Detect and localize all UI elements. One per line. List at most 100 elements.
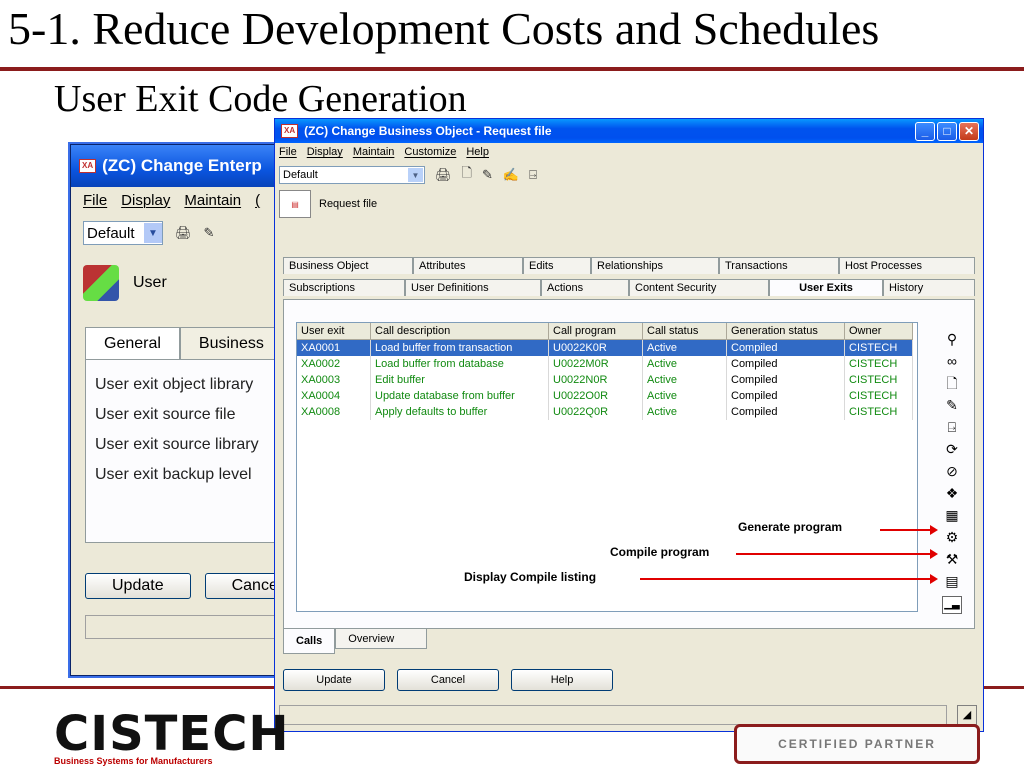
table-row[interactable]: XA0001 Load buffer from transaction U002… — [297, 340, 917, 356]
components-icon[interactable]: ❖ — [946, 482, 959, 504]
new-document-icon[interactable]: 🗋 — [946, 372, 957, 394]
exit-door-icon[interactable]: ⍈ — [948, 416, 956, 438]
menu-help[interactable]: Help — [466, 146, 489, 158]
user-exits-grid[interactable]: User exit Call description Call program … — [296, 322, 918, 612]
table-row[interactable]: XA0008 Apply defaults to buffer U0022Q0R… — [297, 404, 917, 420]
tab-row-1: Business Object Attributes Edits Relatio… — [283, 257, 975, 274]
cell: Update database from buffer — [371, 388, 549, 404]
refresh-icon[interactable]: ⟳ — [946, 438, 958, 460]
generate-program-icon[interactable]: ⚙ — [946, 526, 959, 548]
chevron-down-icon[interactable]: ▼ — [144, 223, 162, 243]
tab-relationships[interactable]: Relationships — [591, 257, 719, 274]
table-row[interactable]: XA0003 Edit buffer U0022N0R Active Compi… — [297, 372, 917, 388]
logo-tagline: Business Systems for Manufacturers — [54, 756, 213, 766]
bg-menu-file[interactable]: File — [83, 192, 107, 209]
bg-menu-maintain[interactable]: Maintain — [184, 192, 241, 209]
cell: XA0003 — [297, 372, 371, 388]
column-header[interactable]: Owner — [845, 323, 913, 340]
tab-subscriptions[interactable]: Subscriptions — [283, 279, 405, 296]
printer-icon[interactable]: 🖨 — [435, 167, 452, 183]
annotation-arrow — [736, 549, 938, 559]
cell: U0022Q0R — [549, 404, 643, 420]
cell: Compiled — [727, 404, 845, 420]
bg-entity-header: User — [71, 253, 291, 313]
tab-attributes[interactable]: Attributes — [413, 257, 523, 274]
close-button[interactable]: ✕ — [959, 121, 979, 141]
tab-overview[interactable]: Overview — [335, 629, 428, 649]
new-document-icon[interactable]: 🗋 — [462, 164, 472, 186]
background-window-titlebar[interactable]: XA (ZC) Change Enterp — [71, 145, 291, 187]
cell: Active — [643, 372, 727, 388]
bg-menu-more[interactable]: ( — [255, 192, 260, 209]
cell: XA0008 — [297, 404, 371, 420]
tab-content-security[interactable]: Content Security — [629, 279, 769, 296]
tab-transactions[interactable]: Transactions — [719, 257, 839, 274]
structure-icon[interactable]: ▦ — [945, 504, 958, 526]
column-header[interactable]: Call description — [371, 323, 549, 340]
binoculars-icon[interactable]: ⚲ — [947, 328, 957, 350]
menu-customize[interactable]: Customize — [404, 146, 456, 158]
delete-icon[interactable]: ⊘ — [946, 460, 958, 482]
main-window[interactable]: XA (ZC) Change Business Object - Request… — [274, 118, 984, 732]
resize-icon[interactable]: ◢ — [957, 705, 977, 725]
edit-lines-icon[interactable]: ✍ — [503, 167, 519, 183]
bg-buttons: Update Cance — [85, 573, 305, 599]
bg-tab-general[interactable]: General — [85, 327, 180, 359]
user-group-icon — [83, 265, 119, 301]
object-label: Request file — [319, 198, 378, 210]
minimize-button[interactable]: _ — [915, 121, 935, 141]
exit-door-icon[interactable]: ⍈ — [529, 167, 537, 183]
bg-field-label: User exit object library — [95, 376, 254, 393]
maximize-button[interactable]: □ — [937, 121, 957, 141]
bg-view-combo[interactable]: Default ▼ — [83, 221, 163, 245]
bg-tab-business[interactable]: Business — [179, 327, 283, 359]
grid-header: User exit Call description Call program … — [297, 323, 917, 340]
pencil-icon[interactable]: ✎ — [946, 394, 958, 416]
menu-display[interactable]: Display — [307, 146, 343, 158]
tab-edits[interactable]: Edits — [523, 257, 591, 274]
tab-history[interactable]: History — [883, 279, 975, 296]
tab-user-definitions[interactable]: User Definitions — [405, 279, 541, 296]
table-row[interactable]: XA0004 Update database from buffer U0022… — [297, 388, 917, 404]
glasses-icon[interactable]: ∞ — [947, 350, 957, 372]
annotation-compile: Compile program — [610, 545, 710, 559]
pencil-icon[interactable]: ✎ — [482, 167, 493, 183]
cell: Apply defaults to buffer — [371, 404, 549, 420]
printer-icon[interactable]: 🖨 — [175, 225, 192, 241]
background-window[interactable]: XA (ZC) Change Enterp File Display Maint… — [70, 144, 305, 676]
cell: U0022M0R — [549, 356, 643, 372]
chart-icon[interactable]: ▁▃ — [942, 596, 962, 614]
table-row[interactable]: XA0002 Load buffer from database U0022M0… — [297, 356, 917, 372]
tab-actions[interactable]: Actions — [541, 279, 629, 296]
background-menubar: File Display Maintain ( — [71, 187, 291, 213]
tab-business-object[interactable]: Business Object — [283, 257, 413, 274]
bg-menu-display[interactable]: Display — [121, 192, 170, 209]
cell: Load buffer from database — [371, 356, 549, 372]
tab-calls[interactable]: Calls — [283, 629, 336, 654]
cell: CISTECH — [845, 372, 913, 388]
update-button[interactable]: Update — [283, 669, 385, 691]
pencil-icon[interactable]: ✎ — [204, 225, 215, 241]
column-header[interactable]: Call program — [549, 323, 643, 340]
bg-status-bar — [85, 615, 291, 639]
column-header[interactable]: Generation status — [727, 323, 845, 340]
tab-user-exits[interactable]: User Exits — [769, 279, 883, 296]
column-header[interactable]: User exit — [297, 323, 371, 340]
compile-listing-icon[interactable]: ▤ — [945, 570, 958, 592]
menu-maintain[interactable]: Maintain — [353, 146, 395, 158]
cancel-button[interactable]: Cancel — [397, 669, 499, 691]
slide-title: 5-1. Reduce Development Costs and Schedu… — [8, 3, 880, 54]
cell: XA0001 — [297, 340, 371, 356]
cell: U0022O0R — [549, 388, 643, 404]
cell: CISTECH — [845, 356, 913, 372]
help-button[interactable]: Help — [511, 669, 613, 691]
view-combo[interactable]: Default ▼ — [279, 166, 425, 184]
menu-file[interactable]: File — [279, 146, 297, 158]
compile-program-icon[interactable]: ⚒ — [946, 548, 959, 570]
chevron-down-icon[interactable]: ▼ — [408, 168, 423, 182]
bg-update-button[interactable]: Update — [85, 573, 191, 599]
user-exits-panel: User exit Call description Call program … — [283, 299, 975, 629]
tab-host-processes[interactable]: Host Processes — [839, 257, 975, 274]
column-header[interactable]: Call status — [643, 323, 727, 340]
main-window-titlebar[interactable]: XA (ZC) Change Business Object - Request… — [275, 119, 983, 143]
